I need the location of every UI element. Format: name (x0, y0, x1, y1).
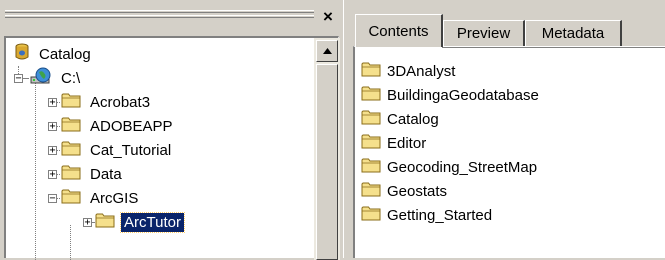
expand-icon[interactable]: + (48, 122, 57, 132)
tree-item-label: Catalog (39, 45, 91, 63)
folder-icon (361, 85, 381, 105)
contents-item[interactable]: Editor (361, 131, 426, 155)
tree-connector (70, 225, 71, 260)
folder-icon (361, 61, 381, 81)
contents-item-label: Geostats (387, 182, 448, 200)
tree-item[interactable]: Catalog (14, 42, 94, 66)
drive-icon (30, 67, 52, 89)
contents-item-label: Getting_Started (387, 206, 493, 224)
arrow-up-icon (322, 48, 332, 54)
tab-label: Contents (368, 22, 429, 40)
tree-connector (57, 198, 60, 199)
tree-connector (57, 150, 60, 151)
contents-item[interactable]: Geostats (361, 179, 447, 203)
contents-item-label: Editor (387, 134, 427, 152)
folder-icon (361, 181, 381, 201)
tree-item[interactable]: ArcGIS (61, 186, 141, 210)
close-icon: × (323, 7, 333, 26)
tree-item-label: Data (90, 165, 122, 183)
folder-icon (61, 140, 81, 160)
close-pane-button[interactable]: × (318, 6, 338, 28)
tree-vertical-scrollbar[interactable] (314, 38, 340, 260)
contents-item-label: 3DAnalyst (387, 62, 456, 80)
tree-connector (92, 222, 94, 223)
expand-icon[interactable]: + (48, 146, 57, 156)
tab-preview[interactable]: Preview (443, 20, 525, 46)
expand-icon[interactable]: + (83, 218, 92, 228)
tree-item[interactable]: C:\ (30, 66, 83, 90)
scroll-thumb[interactable] (316, 64, 338, 260)
contents-pane: Contents Preview Metadata 3DAnalyst Build… (349, 0, 665, 258)
folder-icon (61, 164, 81, 184)
tree-connector (35, 82, 36, 260)
contents-item-label: BuildingaGeodatabase (387, 86, 539, 104)
contents-item[interactable]: Catalog (361, 107, 439, 131)
folder-icon (61, 188, 81, 208)
expand-icon[interactable]: + (48, 170, 57, 180)
folder-icon (61, 116, 81, 136)
collapse-icon[interactable]: − (14, 74, 23, 84)
collapse-icon[interactable]: − (48, 194, 57, 204)
contents-item-label: Geocoding_StreetMap (387, 158, 538, 176)
folder-icon (95, 212, 115, 232)
tree-connector (57, 174, 60, 175)
tab-metadata[interactable]: Metadata (525, 20, 622, 46)
tree-item-label: C:\ (61, 69, 81, 87)
tree-items: Catalog C:\ − Acrobat3 + ADOBEAPP + Cat_Tutoria… (6, 38, 314, 260)
tree-item-label: Cat_Tutorial (90, 141, 172, 159)
tree-item-label: ArcTutor (120, 211, 185, 233)
contents-item[interactable]: BuildingaGeodatabase (361, 83, 539, 107)
folder-icon (361, 205, 381, 225)
folder-icon (361, 109, 381, 129)
expand-icon[interactable]: + (48, 98, 57, 108)
tree-item-label: Acrobat3 (90, 93, 151, 111)
folder-icon (361, 133, 381, 153)
scroll-up-button[interactable] (316, 40, 338, 62)
tab-label: Metadata (541, 25, 605, 42)
contents-item[interactable]: Geocoding_StreetMap (361, 155, 537, 179)
tree-item[interactable]: Data (61, 162, 125, 186)
tree-item[interactable]: Cat_Tutorial (61, 138, 174, 162)
tab-contents[interactable]: Contents (355, 14, 443, 47)
pane-grip-bar[interactable] (5, 6, 314, 30)
catalog-icon (14, 43, 30, 65)
contents-item[interactable]: 3DAnalyst (361, 59, 455, 83)
tree-connector (23, 78, 29, 79)
tree-connector (57, 102, 60, 103)
contents-list[interactable]: 3DAnalyst BuildingaGeodatabase Catalog Edit… (353, 46, 665, 258)
folder-icon (61, 92, 81, 112)
folder-icon (361, 157, 381, 177)
tree-item[interactable]: Acrobat3 (61, 90, 153, 114)
tab-label: Preview (456, 25, 511, 42)
tree-item-label: ADOBEAPP (90, 117, 173, 135)
contents-item[interactable]: Getting_Started (361, 203, 492, 227)
catalog-tree[interactable]: Catalog C:\ − Acrobat3 + ADOBEAPP + Cat_Tutoria… (4, 36, 340, 260)
tree-connector (57, 126, 60, 127)
tree-item[interactable]: ArcTutor (95, 210, 185, 234)
catalog-tree-pane: × Catalog C:\ − Acrobat3 + ADOBEAPP + Cat_Tutor… (0, 0, 343, 260)
contents-item-label: Catalog (387, 110, 439, 128)
tree-item[interactable]: ADOBEAPP (61, 114, 176, 138)
tree-item-label: ArcGIS (90, 189, 139, 207)
